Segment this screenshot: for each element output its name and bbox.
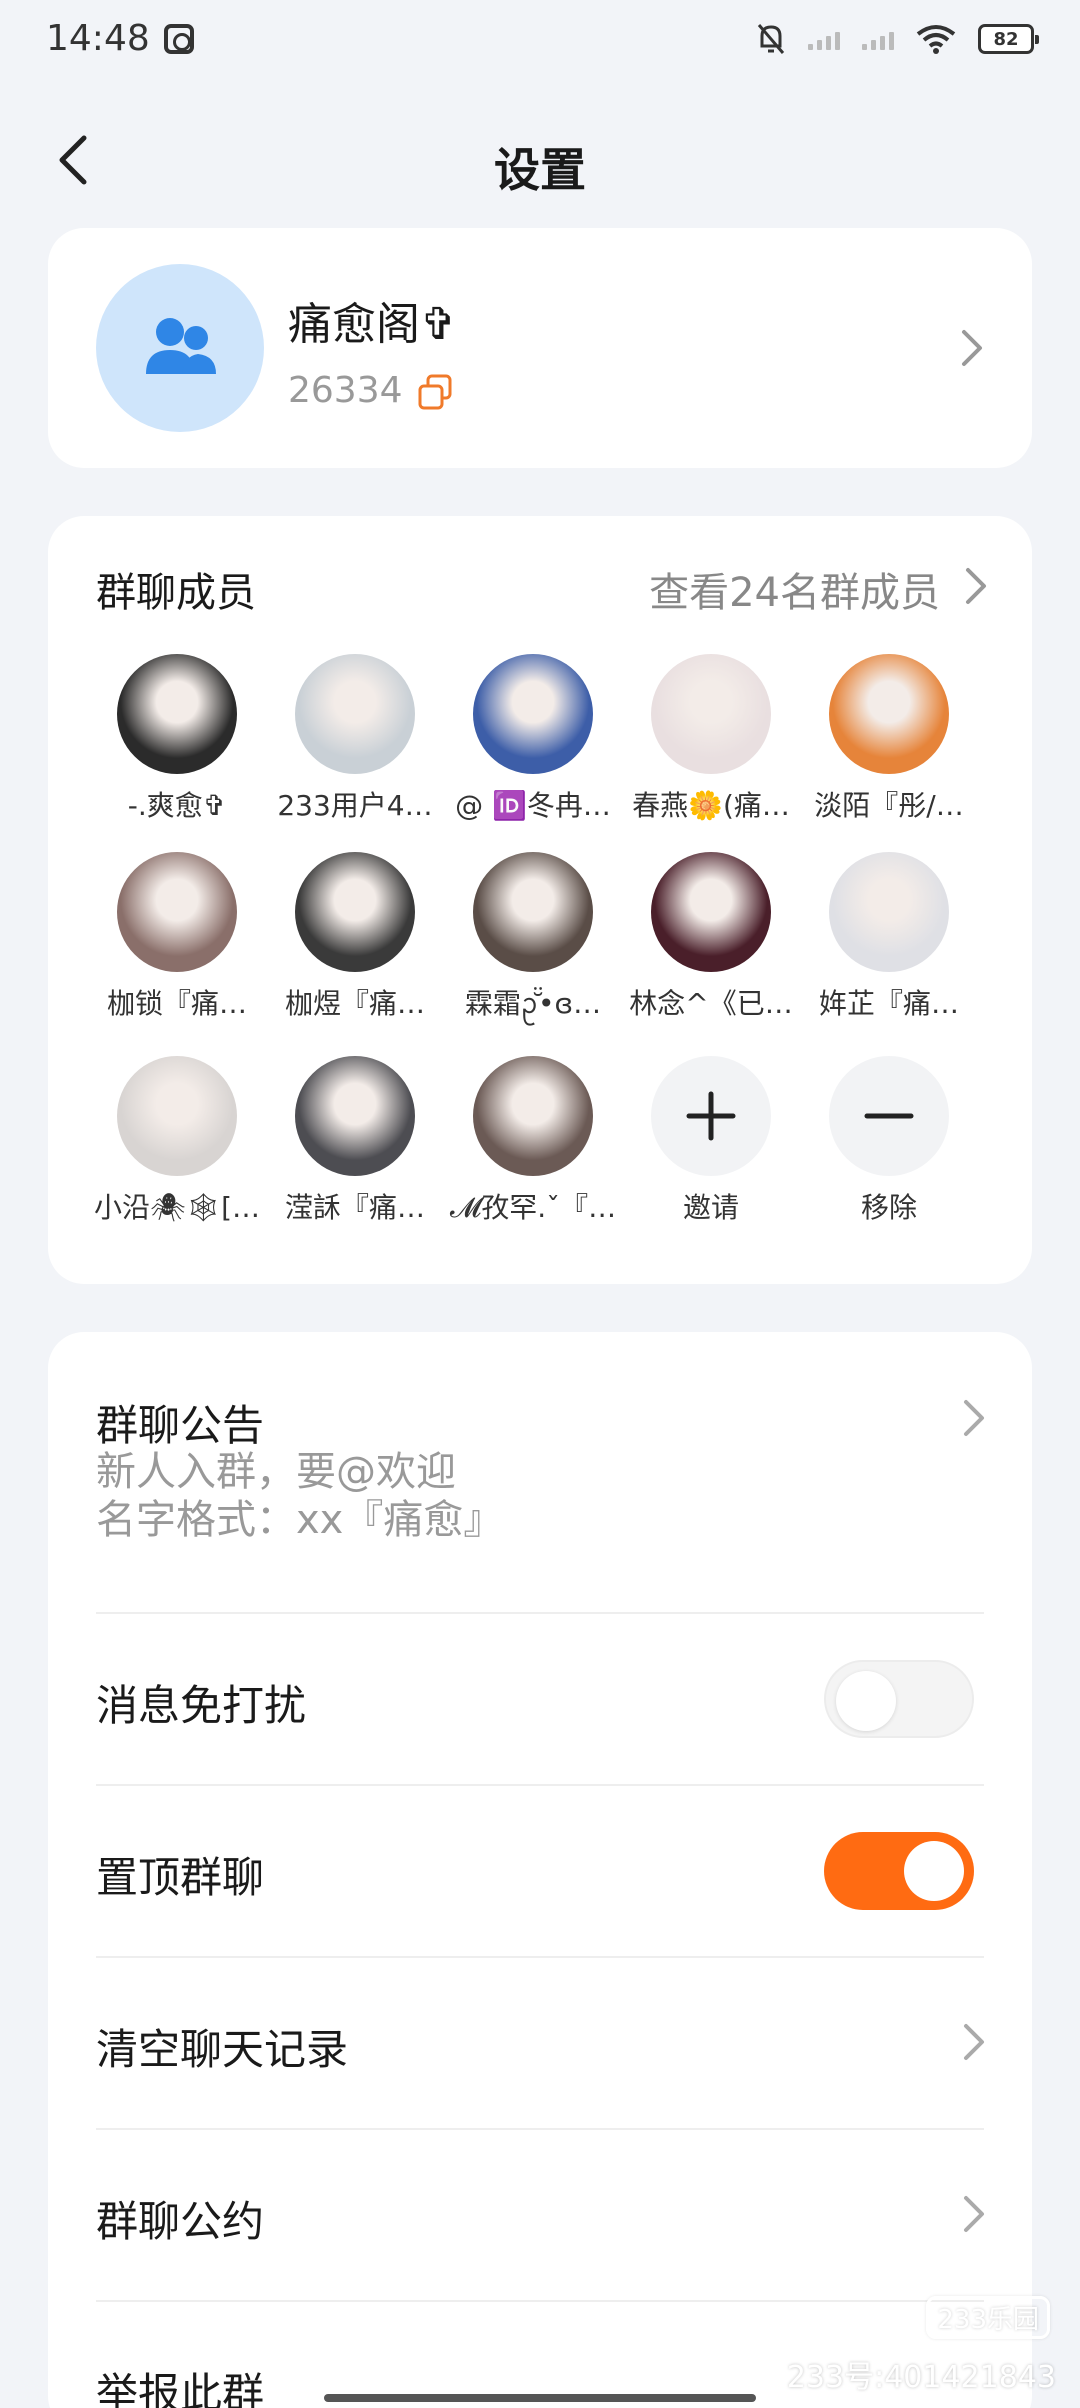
mute-label: 消息免打扰 xyxy=(96,1681,307,1730)
member-item[interactable]: 枷锁『痛… xyxy=(88,852,266,1028)
avatar xyxy=(473,1056,593,1176)
clear-history-label: 清空聊天记录 xyxy=(96,2025,349,2074)
group-rules-row[interactable]: 群聊公约 xyxy=(96,2130,984,2300)
pin-label: 置顶群聊 xyxy=(96,1853,265,1902)
member-item[interactable]: 小沿🕷🕸[… xyxy=(88,1056,266,1226)
watermark-logo: 233乐园 xyxy=(926,2296,1050,2339)
group-info-card[interactable]: 痛愈阁✞ 26334 xyxy=(48,228,1032,468)
group-name: 痛愈阁✞ xyxy=(288,299,457,350)
pin-row: 置顶群聊 xyxy=(96,1786,984,1956)
watermark-text: 233号:401421843 xyxy=(786,2360,1056,2395)
group-id: 26334 xyxy=(288,370,403,411)
notice-label: 群聊公告 xyxy=(96,1401,265,1450)
status-icons: 82 xyxy=(756,22,1039,56)
member-item[interactable]: 春燕🌼(痛… xyxy=(622,654,800,824)
avatar xyxy=(473,654,593,774)
member-name: 姩芷『痛… xyxy=(818,987,959,1020)
member-grid: -.爽愈✞ 233用户4… @ 🆔冬冉… 春燕🌼(痛… 淡陌『彤/… 枷锁『痛…… xyxy=(88,654,992,1226)
pin-toggle[interactable] xyxy=(824,1832,974,1910)
member-name: 小沿🕷🕸[… xyxy=(93,1191,261,1224)
signal-icon xyxy=(808,28,840,50)
group-notice-row[interactable]: 群聊公告 新人入群，要@欢迎 名字格式：xx『痛愈』 xyxy=(96,1392,984,1552)
member-name: 淡陌『彤/… xyxy=(814,789,964,822)
battery-icon: 82 xyxy=(978,24,1039,54)
member-item[interactable]: 姩芷『痛… xyxy=(800,852,978,1028)
report-group-label: 举报此群 xyxy=(96,2369,265,2408)
member-name: 霖霜ᩏ̆̈•ɞ… xyxy=(464,987,602,1020)
chevron-right-icon xyxy=(964,2024,984,2060)
avatar xyxy=(117,1056,237,1176)
mute-row: 消息免打扰 xyxy=(96,1614,984,1784)
remove-button[interactable]: 移除 xyxy=(800,1056,978,1226)
view-all-members-link[interactable]: 查看24名群成员 xyxy=(649,560,940,618)
member-name: 枷锁『痛… xyxy=(106,987,247,1020)
avatar xyxy=(651,654,771,774)
chevron-right-icon[interactable] xyxy=(958,564,992,608)
member-name: @ 🆔冬冉… xyxy=(455,789,611,822)
member-item[interactable]: 林念^《已… xyxy=(622,852,800,1028)
chevron-right-icon xyxy=(962,330,982,366)
member-name: -.爽愈✞ xyxy=(127,789,227,822)
avatar xyxy=(117,852,237,972)
remove-label: 移除 xyxy=(860,1191,917,1224)
scissors-app-icon xyxy=(164,24,194,54)
notice-line-2: 名字格式：xx『痛愈』 xyxy=(96,1497,504,1543)
member-item[interactable]: @ 🆔冬冉… xyxy=(444,654,622,824)
group-avatar xyxy=(96,264,264,432)
members-title: 群聊成员 xyxy=(96,570,256,616)
toggle-knob xyxy=(904,1841,964,1901)
avatar xyxy=(117,654,237,774)
settings-card: 群聊公告 新人入群，要@欢迎 名字格式：xx『痛愈』 消息免打扰 置顶群聊 清空… xyxy=(48,1332,1032,2408)
avatar xyxy=(295,852,415,972)
member-name: 滢訸『痛… xyxy=(284,1191,425,1224)
signal-icon xyxy=(862,28,894,50)
avatar xyxy=(829,654,949,774)
bell-off-icon xyxy=(757,24,785,54)
plus-icon-circle xyxy=(651,1056,771,1176)
minus-icon-circle xyxy=(829,1056,949,1176)
notice-line-1: 新人入群，要@欢迎 xyxy=(96,1449,456,1495)
wifi-icon xyxy=(916,25,956,54)
top-nav: 设置 xyxy=(0,110,1080,210)
member-item[interactable]: 淡陌『彤/… xyxy=(800,654,978,824)
chevron-right-icon xyxy=(964,2196,984,2232)
member-item[interactable]: 233用户4… xyxy=(266,654,444,824)
avatar xyxy=(295,654,415,774)
member-item[interactable]: -.爽愈✞ xyxy=(88,654,266,824)
avatar xyxy=(651,852,771,972)
avatar xyxy=(829,852,949,972)
member-item[interactable]: 滢訸『痛… xyxy=(266,1056,444,1226)
member-item[interactable]: 霖霜ᩏ̆̈•ɞ… xyxy=(444,852,622,1028)
invite-label: 邀请 xyxy=(682,1191,739,1224)
member-item[interactable]: 𝓜孜罕.ˇ『… xyxy=(444,1056,622,1226)
chevron-right-icon xyxy=(964,1400,984,1436)
status-bar: 14:48 82 xyxy=(0,0,1080,84)
invite-button[interactable]: 邀请 xyxy=(622,1056,800,1226)
clear-history-row[interactable]: 清空聊天记录 xyxy=(96,1958,984,2128)
member-name: 林念^《已… xyxy=(629,987,793,1020)
minus-icon xyxy=(864,1113,914,1119)
members-card: 群聊成员 查看24名群成员 -.爽愈✞ 233用户4… @ 🆔冬冉… 春燕🌼(痛… xyxy=(48,516,1032,1284)
member-name: 春燕🌼(痛… xyxy=(632,789,790,822)
mute-toggle[interactable] xyxy=(824,1660,974,1738)
status-time: 14:48 xyxy=(46,18,150,59)
home-indicator[interactable] xyxy=(324,2394,756,2402)
page-title: 设置 xyxy=(494,143,586,197)
copy-icon[interactable] xyxy=(416,372,456,412)
toggle-knob xyxy=(836,1671,896,1731)
member-item[interactable]: 枷煜『痛… xyxy=(266,852,444,1028)
group-rules-label: 群聊公约 xyxy=(96,2197,265,2246)
member-name: 𝓜孜罕.ˇ『… xyxy=(449,1191,617,1224)
member-name: 233用户4… xyxy=(277,789,433,822)
member-name: 枷煜『痛… xyxy=(284,987,425,1020)
group-people-icon xyxy=(146,318,216,374)
avatar xyxy=(473,852,593,972)
avatar xyxy=(295,1056,415,1176)
plus-icon xyxy=(686,1091,736,1141)
